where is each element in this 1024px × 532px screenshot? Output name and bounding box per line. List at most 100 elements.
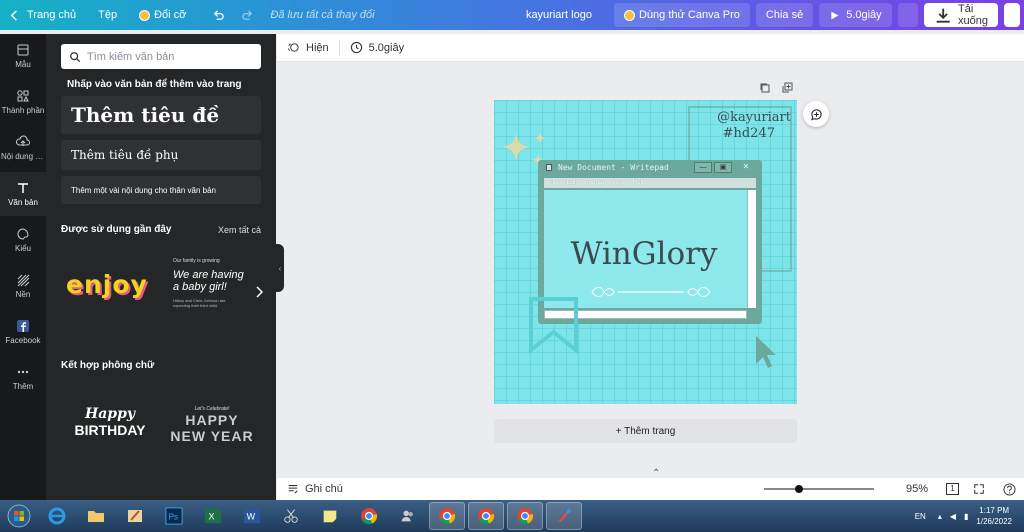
- more-options-button[interactable]: [1004, 3, 1020, 27]
- collapse-panel-button[interactable]: ‹: [276, 244, 284, 292]
- language-indicator[interactable]: EN: [915, 512, 926, 521]
- bookmark-icon: [529, 297, 578, 354]
- taskbar-paint[interactable]: [117, 502, 153, 530]
- rail-label: Thêm: [12, 382, 34, 391]
- start-button[interactable]: [2, 502, 36, 530]
- rail-item-more[interactable]: Thêm: [0, 356, 46, 400]
- home-button[interactable]: Trang chủ: [0, 0, 84, 30]
- rail-item-background[interactable]: Nền: [0, 264, 46, 308]
- clock[interactable]: 1:17 PM 1/26/2022: [976, 505, 1012, 527]
- zoom-level[interactable]: 95%: [888, 483, 928, 495]
- resize-button[interactable]: Đổi cỡ: [131, 0, 194, 30]
- comment-icon: [810, 108, 822, 121]
- menu-item: Help: [632, 180, 646, 186]
- file-menu-button[interactable]: Tệp: [90, 0, 125, 30]
- rail-item-uploads[interactable]: Nội dung tải lên: [0, 126, 46, 170]
- taskbar-chrome-window-3[interactable]: [507, 502, 543, 530]
- redo-button[interactable]: [233, 0, 262, 30]
- recent-thumb-baby[interactable]: Our family is growing We are having a ba…: [173, 258, 263, 328]
- rail-item-elements[interactable]: Thành phần: [0, 80, 46, 124]
- template-icon: [17, 44, 29, 56]
- taskbar-word[interactable]: W: [234, 502, 270, 530]
- taskbar-photoshop[interactable]: Ps: [156, 502, 192, 530]
- zoom-slider-track: [764, 488, 874, 490]
- timing-button[interactable]: 5.0giây: [340, 41, 414, 54]
- taskbar-snipping[interactable]: [273, 502, 309, 530]
- taskbar-excel[interactable]: X: [195, 502, 231, 530]
- add-page-icon[interactable]: [781, 82, 793, 94]
- window-vscrollbar: [747, 190, 756, 308]
- svg-text:X: X: [209, 512, 215, 522]
- clock-icon: [350, 41, 362, 54]
- add-comment-button[interactable]: [803, 101, 829, 127]
- taskbar-notes[interactable]: [312, 502, 348, 530]
- notes-button[interactable]: Ghi chú: [287, 483, 343, 495]
- text-icon: [18, 183, 28, 193]
- play-button[interactable]: 5.0giây: [819, 3, 892, 27]
- add-body-text-button[interactable]: Thêm một vài nội dung cho thân văn bản: [61, 176, 261, 204]
- rail-item-text[interactable]: Văn bản: [0, 172, 46, 216]
- rail-label: Văn bản: [8, 198, 38, 207]
- internet-explorer-icon: [48, 507, 66, 525]
- main-title: WinGlory: [570, 236, 718, 272]
- animate-button[interactable]: Hiện: [277, 41, 339, 54]
- thumb-family-text: Our family is growing: [173, 258, 220, 264]
- rail-label: Mẫu: [15, 60, 31, 69]
- duplicate-page-icon[interactable]: [759, 82, 771, 94]
- insights-button[interactable]: [897, 3, 918, 27]
- resize-label: Đổi cỡ: [154, 9, 187, 21]
- editor-toolbar: Hiện 5.0giây: [277, 34, 1024, 62]
- notes-label: Ghi chú: [305, 483, 343, 495]
- download-icon: [936, 8, 950, 23]
- speaker-icon[interactable]: ◀: [950, 512, 956, 521]
- search-input[interactable]: [87, 50, 257, 63]
- play-icon: [831, 11, 839, 19]
- undo-button[interactable]: [204, 0, 233, 30]
- windows-logo-icon: [7, 504, 31, 528]
- fullscreen-icon[interactable]: [973, 483, 985, 495]
- upload-icon: [16, 135, 30, 146]
- timing-label: 5.0giây: [368, 41, 405, 54]
- try-pro-button[interactable]: Dùng thử Canva Pro: [613, 3, 750, 27]
- zoom-slider[interactable]: [764, 481, 874, 497]
- design-page[interactable]: @kayuriart #hd247 New Document - Writepa…: [494, 100, 797, 404]
- document-title[interactable]: kayuriart logo: [518, 0, 600, 30]
- taskbar-explorer[interactable]: [78, 502, 114, 530]
- combo-thumb-birthday[interactable]: Happy BIRTHDAY: [68, 406, 152, 450]
- chevron-right-icon[interactable]: [254, 286, 264, 298]
- tray-arrow-icon[interactable]: ▴: [938, 512, 942, 521]
- search-icon: [70, 51, 81, 62]
- taskbar-chrome-window-1[interactable]: [429, 502, 465, 530]
- thumb-enjoy-text: enjoy: [66, 270, 148, 299]
- add-page-button[interactable]: + Thêm trang: [494, 419, 797, 443]
- zoom-slider-thumb[interactable]: [794, 485, 803, 493]
- combo-thumb-newyear[interactable]: Let's Celebrate! HAPPY NEW YEAR: [169, 406, 255, 450]
- taskbar-chrome[interactable]: [351, 502, 387, 530]
- rail-item-styles[interactable]: Kiểu: [0, 218, 46, 262]
- window-title: New Document - Writepad: [558, 163, 669, 172]
- taskbar-paint-app[interactable]: [546, 502, 582, 530]
- animate-label: Hiện: [306, 41, 329, 54]
- rail-item-facebook[interactable]: Facebook: [0, 310, 46, 354]
- see-all-link[interactable]: Xem tất cả: [218, 225, 261, 235]
- window-controls: — ▣ ✕: [692, 162, 758, 173]
- scissors-icon: [284, 509, 298, 523]
- help-icon[interactable]: [1003, 482, 1016, 496]
- crown-icon: [623, 9, 635, 21]
- page-count-button[interactable]: 1: [946, 483, 959, 495]
- download-button[interactable]: Tải xuống: [923, 3, 998, 27]
- taskbar-ie[interactable]: [39, 502, 75, 530]
- menu-item: Edit: [566, 180, 578, 186]
- taskbar-cortana[interactable]: [390, 502, 426, 530]
- network-icon[interactable]: ▮: [964, 512, 968, 521]
- photoshop-icon: Ps: [165, 507, 183, 525]
- add-heading-button[interactable]: Thêm tiêu đề: [61, 96, 261, 134]
- recent-thumb-enjoy[interactable]: enjoy: [66, 270, 156, 310]
- add-subheading-button[interactable]: Thêm tiêu đề phụ: [61, 140, 261, 170]
- taskbar-chrome-window-2[interactable]: [468, 502, 504, 530]
- close-icon: ✕: [734, 162, 758, 173]
- play-label: 5.0giây: [846, 9, 882, 21]
- share-button[interactable]: Chia sẻ: [755, 3, 814, 27]
- rail-item-templates[interactable]: Mẫu: [0, 34, 46, 78]
- home-label: Trang chủ: [27, 9, 77, 21]
